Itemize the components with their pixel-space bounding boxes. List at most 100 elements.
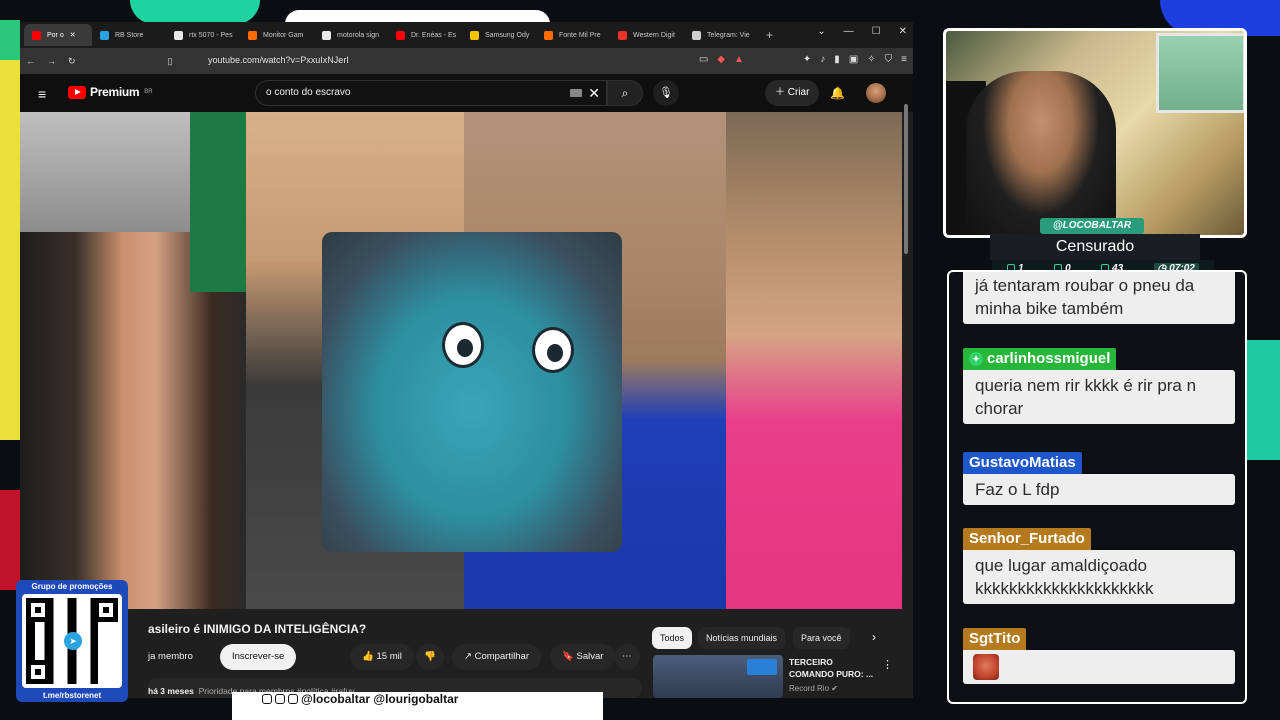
socials-bar: @locobaltar @lourigobaltar (232, 692, 603, 720)
chat-message-text: Faz o L fdp (963, 474, 1235, 505)
stream-status: Censurado (990, 234, 1200, 260)
tab-6[interactable]: Samsung Ody (462, 24, 536, 46)
shield-icon (618, 30, 627, 40)
hamburger-icon[interactable]: ≡ (38, 86, 46, 102)
brave-shield-icon[interactable]: ◆ (717, 54, 725, 65)
search-button[interactable]: ⌕ (607, 80, 643, 106)
promo-header: Grupo de promoções (31, 582, 113, 591)
search-input[interactable]: o conto do escravo ✕ (255, 80, 607, 106)
video-flag (190, 112, 246, 292)
tab-4[interactable]: motorola sign (314, 24, 388, 46)
filter-chip-for-you[interactable]: Para você (793, 627, 850, 649)
wallet-icon[interactable]: ▣ (849, 54, 858, 65)
qr-code: ➤ (22, 594, 122, 688)
overlay-decor-red (0, 490, 20, 590)
reco-channel[interactable]: Record Rio ✔ (789, 684, 838, 693)
filter-chip-all[interactable]: Todos (652, 627, 693, 649)
vpn-icon[interactable]: ⛉ (885, 54, 893, 65)
logo-region: BR (144, 89, 153, 95)
clear-search-icon[interactable]: ✕ (588, 81, 600, 105)
chat-username: ✦ carlinhossmiguel (963, 348, 1117, 370)
store-icon (248, 30, 257, 40)
overlay-decor-teal (1244, 340, 1280, 460)
cast-icon[interactable]: ▭ (699, 54, 708, 65)
dislike-button[interactable]: 👎 (416, 644, 444, 670)
tab-2[interactable]: rtx 5070 - Pes (166, 24, 240, 46)
chat-username: GustavoMatias (963, 452, 1082, 474)
tab-search-icon[interactable]: ⌄ (817, 26, 825, 37)
filter-chip-news[interactable]: Notícias mundiais (698, 627, 786, 649)
tab-8[interactable]: Western Digit (610, 24, 684, 46)
tab-5[interactable]: Dr. Enéas - Es (388, 24, 462, 46)
video-title: asileiro é INIMIGO DA INTELIGÊNCIA? (148, 622, 367, 636)
youtube-icon (396, 30, 405, 40)
tab-9[interactable]: Telegram: Vie (684, 24, 758, 46)
youtube-play-icon (68, 85, 86, 99)
window-controls: ⌄ — ☐ ✕ (817, 26, 907, 37)
new-tab-button[interactable]: + (758, 28, 781, 42)
page-scrollbar[interactable] (902, 84, 910, 696)
reload-icon[interactable]: ↻ (68, 56, 76, 67)
keyboard-icon[interactable] (570, 89, 582, 97)
chat-message-emote (963, 650, 1235, 684)
cartoon-overlay (322, 232, 622, 552)
reco-thumbnail[interactable] (653, 655, 783, 698)
menu-icon[interactable]: ≡ (901, 54, 907, 65)
tab-label: rtx 5070 - Pes (189, 31, 233, 39)
back-icon[interactable]: ← (26, 56, 35, 66)
save-button[interactable]: 🔖 Salvar (550, 644, 616, 670)
tab-list: Por o ✕ RB Store rtx 5070 - Pes Monitor Gam m… (24, 24, 758, 46)
search-query: o conto do escravo (266, 87, 351, 98)
tab-strip: Por o ✕ RB Store rtx 5070 - Pes Monitor Gam m… (20, 22, 913, 48)
video-player[interactable] (20, 112, 902, 609)
tab-label: RB Store (115, 31, 144, 39)
overlay-decor-green-left (0, 20, 20, 60)
cartoon-eye-left (442, 322, 484, 368)
chat-message: GustavoMatias Faz o L fdp (963, 452, 1235, 505)
tab-7[interactable]: Fonte Mil Pre (536, 24, 610, 46)
create-button[interactable]: ＋ Criar (765, 80, 820, 106)
mic-icon[interactable]: 🎙 (653, 80, 679, 106)
share-button[interactable]: ↗ Compartilhar (452, 644, 541, 670)
reco-menu-icon[interactable]: ⋮ (882, 658, 893, 671)
logo-text: Premium (90, 85, 140, 99)
tab-label: Telegram: Vie (707, 31, 750, 39)
subscribe-button[interactable]: Inscrever-se (220, 644, 297, 670)
close-window-button[interactable]: ✕ (899, 26, 907, 37)
like-button[interactable]: 👍 15 mil (350, 644, 414, 670)
like-count: 15 mil (376, 651, 402, 662)
qr-finder-bl (26, 660, 50, 684)
tiktok-icon (275, 694, 285, 704)
chat-message: ✦ carlinhossmiguel queria nem rir kkkk é … (963, 348, 1235, 424)
chevron-right-icon[interactable]: › (872, 630, 876, 644)
tab-3[interactable]: Monitor Gam (240, 24, 314, 46)
ai-icon[interactable]: ✧ (867, 54, 875, 65)
bookmark-icon[interactable]: ▯ (168, 56, 173, 67)
maximize-button[interactable]: ☐ (872, 26, 881, 37)
minimize-button[interactable]: — (844, 26, 854, 37)
overlay-decor-green (130, 0, 260, 24)
scrollbar-thumb[interactable] (904, 104, 908, 254)
notifications-icon[interactable]: 🔔 (830, 86, 845, 100)
reco-title[interactable]: TERCEIRO COMANDO PURO: ... (789, 656, 879, 680)
url-text[interactable]: youtube.com/watch?v=PxxuIxNJerI (208, 55, 349, 65)
music-icon[interactable]: ♪ (820, 54, 825, 65)
youtube-logo[interactable]: Premium BR (68, 85, 153, 99)
member-button[interactable]: ja membro (148, 644, 205, 670)
sidebar-icon[interactable]: ▮ (834, 54, 840, 65)
avatar[interactable] (866, 83, 886, 103)
tab-1[interactable]: RB Store (92, 24, 166, 46)
qr-finder-tl (26, 598, 50, 622)
close-tab-icon[interactable]: ✕ (70, 31, 76, 39)
more-actions-button[interactable]: ⋯ (614, 644, 640, 670)
badge-icon: ✦ (969, 352, 983, 366)
tab-0[interactable]: Por o ✕ (24, 24, 92, 46)
save-label: Salvar (576, 651, 604, 662)
chat-message: Senhor_Furtado que lugar amaldiçoado kkk… (963, 528, 1235, 604)
extensions-icon[interactable]: ✦ (803, 54, 811, 65)
cam-window (1156, 33, 1244, 113)
telegram-icon (100, 30, 109, 40)
forward-icon[interactable]: → (47, 56, 56, 66)
rewards-icon[interactable]: ▲ (734, 54, 744, 65)
tab-label: Fonte Mil Pre (559, 31, 601, 39)
